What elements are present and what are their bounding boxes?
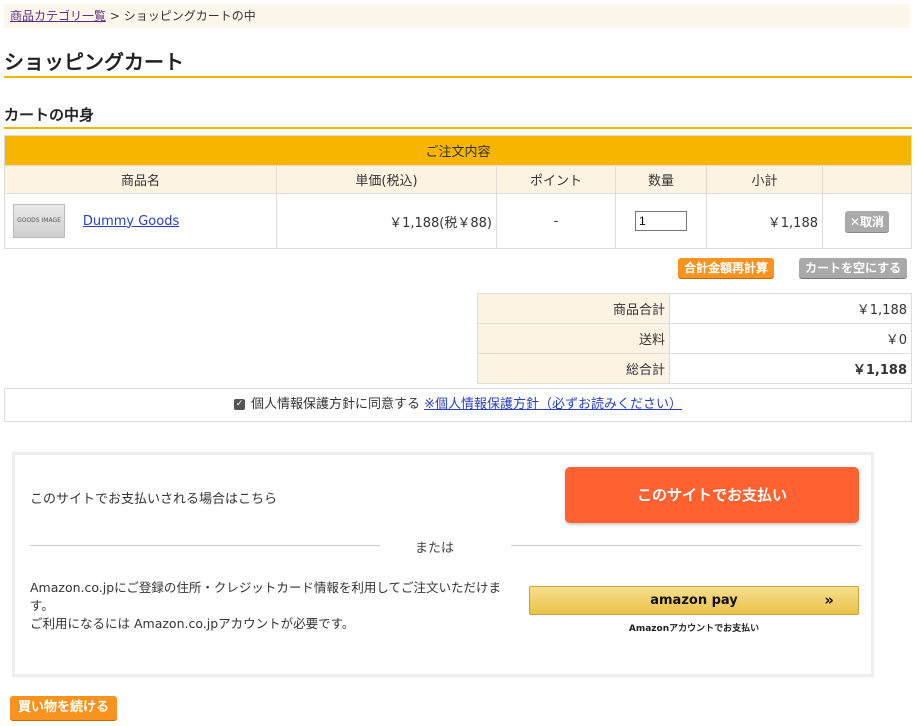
header-unit-price: 単価(税込) [276, 165, 497, 194]
privacy-label: 個人情報保護方針に同意する [250, 397, 425, 412]
order-caption: ご注文内容 [4, 135, 912, 166]
site-payment-text: このサイトでお支払いされる場合はこちら [30, 492, 278, 507]
shipping-value: ￥0 [669, 323, 912, 354]
header-action [822, 165, 912, 194]
privacy-checkbox[interactable]: ✓ [233, 399, 245, 410]
grand-total-value: ￥1,188 [669, 353, 912, 384]
header-product-name: 商品名 [4, 165, 277, 194]
divider-left [30, 545, 380, 546]
cancel-button[interactable]: ✕取消 [844, 210, 890, 232]
subtotal-cell: ￥1,188 [706, 193, 823, 249]
continue-shopping-button[interactable]: 買い物を続ける [10, 696, 118, 720]
recalculate-button[interactable]: 合計金額再計算 [678, 258, 775, 278]
page-title: ショッピングカート [4, 48, 912, 78]
header-subtotal: 小計 [706, 165, 823, 194]
site-payment-button[interactable]: このサイトでお支払い [565, 467, 859, 523]
goods-total-value: ￥1,188 [669, 293, 912, 324]
header-quantity: 数量 [615, 165, 707, 194]
or-label: または [415, 541, 455, 556]
section-title: カートの中身 [4, 104, 912, 129]
table-row: GOODS IMAGE Dummy Goods ￥1,188(税￥88) - ￥… [4, 193, 912, 249]
divider-right [511, 545, 861, 546]
shipping-label: 送料 [477, 323, 670, 354]
cancel-cell: ✕取消 [822, 193, 912, 249]
amazon-description-line2: ご利用になるには Amazon.co.jpアカウントが必要です。 [30, 616, 355, 631]
product-link[interactable]: Dummy Goods [83, 214, 179, 229]
amazon-pay-button[interactable]: amazon pay » [529, 586, 859, 615]
amazon-description: Amazon.co.jpにご登録の住所・クレジットカード情報を利用してご注文いた… [30, 579, 510, 633]
totals-table: 商品合計 ￥1,188 送料 ￥0 総合計 ￥1,188 [477, 293, 912, 384]
table-row: 商品合計 ￥1,188 [477, 293, 912, 324]
amazon-description-line1: Amazon.co.jpにご登録の住所・クレジットカード情報を利用してご注文いた… [30, 580, 502, 613]
header-points: ポイント [496, 165, 616, 194]
amazon-pay-subtitle: Amazonアカウントでお支払い [628, 624, 760, 634]
quantity-input[interactable] [635, 211, 687, 231]
privacy-policy-link[interactable]: ※個人情報保護方針（必ずお読みください） [424, 397, 682, 412]
unit-price-cell: ￥1,188(税￥88) [276, 193, 497, 249]
quantity-cell [615, 193, 707, 249]
product-cell: GOODS IMAGE Dummy Goods [4, 193, 277, 249]
empty-cart-button[interactable]: カートを空にする [799, 258, 908, 278]
privacy-consent: ✓ 個人情報保護方針に同意する ※個人情報保護方針（必ずお読みください） [4, 388, 912, 422]
product-thumbnail[interactable]: GOODS IMAGE [13, 204, 65, 238]
points-cell: - [496, 193, 616, 249]
goods-total-label: 商品合計 [477, 293, 670, 324]
breadcrumb-current: ショッピングカートの中 [123, 9, 256, 23]
breadcrumb: 商品カテゴリ一覧 > ショッピングカートの中 [4, 4, 910, 28]
table-row: 送料 ￥0 [477, 323, 912, 354]
breadcrumb-category-link[interactable]: 商品カテゴリ一覧 [10, 9, 106, 23]
amazon-pay-logo: amazon pay [650, 593, 738, 608]
payment-box: このサイトでお支払いされる場合はこちら このサイトでお支払い または Amazo… [12, 452, 874, 677]
table-row: 総合計 ￥1,188 [477, 353, 912, 384]
breadcrumb-separator: > [106, 9, 124, 23]
double-chevron-right-icon: » [824, 591, 834, 609]
cart-table: ご注文内容 商品名 単価(税込) ポイント 数量 小計 GOODS IMAGE … [4, 135, 912, 249]
grand-total-label: 総合計 [477, 353, 670, 384]
